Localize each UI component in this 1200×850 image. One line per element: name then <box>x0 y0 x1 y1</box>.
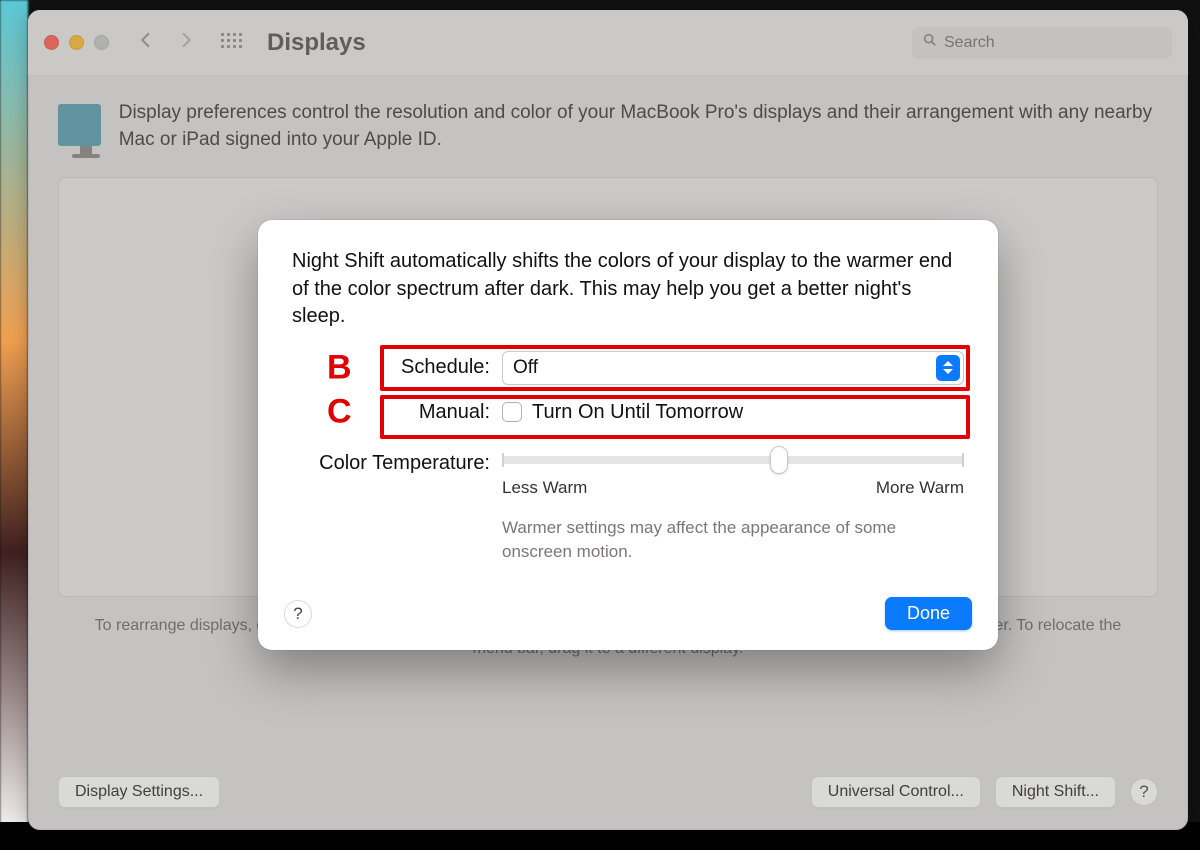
color-temperature-slider[interactable] <box>502 456 964 464</box>
manual-checkbox-label[interactable]: Turn On Until Tomorrow <box>532 401 743 424</box>
less-warm-label: Less Warm <box>502 478 587 498</box>
slider-note: Warmer settings may affect the appearanc… <box>502 516 964 564</box>
bottom-button-bar: Display Settings... Universal Control...… <box>58 776 1158 808</box>
window-controls <box>44 35 109 50</box>
desktop-wallpaper-sliver <box>0 0 28 850</box>
schedule-value: Off <box>513 357 538 379</box>
sheet-bottom-bar: ? Done <box>284 597 972 630</box>
search-icon <box>922 32 944 53</box>
sheet-description: Night Shift automatically shifts the col… <box>292 248 964 331</box>
universal-control-button[interactable]: Universal Control... <box>811 776 981 808</box>
search-field-container[interactable] <box>912 27 1172 59</box>
slider-thumb[interactable] <box>770 446 788 474</box>
schedule-label: Schedule: <box>292 356 502 379</box>
night-shift-button[interactable]: Night Shift... <box>995 776 1116 808</box>
schedule-popup[interactable]: Off <box>502 351 964 385</box>
zoom-window-button[interactable] <box>94 35 109 50</box>
header-description: Display preferences control the resoluti… <box>119 100 1158 153</box>
manual-label: Manual: <box>292 401 502 424</box>
system-preferences-window: Displays Display preferences control the… <box>28 10 1188 830</box>
annotation-c: C <box>327 393 352 432</box>
search-input[interactable] <box>944 34 1162 52</box>
more-warm-label: More Warm <box>876 478 964 498</box>
slider-labels: Less Warm More Warm <box>502 478 964 498</box>
manual-row: C Manual: Turn On Until Tomorrow <box>292 401 964 424</box>
back-button[interactable] <box>137 31 155 54</box>
color-temperature-label: Color Temperature: <box>292 450 502 475</box>
color-temperature-row: Color Temperature: Less Warm More Warm W… <box>292 450 964 564</box>
minimize-window-button[interactable] <box>69 35 84 50</box>
manual-checkbox[interactable] <box>502 402 522 422</box>
window-title: Displays <box>267 29 912 57</box>
toolbar: Displays <box>28 10 1188 76</box>
close-window-button[interactable] <box>44 35 59 50</box>
popup-stepper-icon <box>936 355 960 381</box>
night-shift-sheet: Night Shift automatically shifts the col… <box>258 220 998 650</box>
sheet-help-button[interactable]: ? <box>284 600 312 628</box>
annotation-b: B <box>327 348 352 387</box>
done-button[interactable]: Done <box>885 597 972 630</box>
help-button[interactable]: ? <box>1130 778 1158 806</box>
forward-button[interactable] <box>177 31 195 54</box>
display-settings-button[interactable]: Display Settings... <box>58 776 220 808</box>
display-icon <box>58 104 101 146</box>
nav-arrows <box>137 31 195 54</box>
header-block: Display preferences control the resoluti… <box>28 76 1188 169</box>
show-all-preferences-button[interactable] <box>221 33 241 53</box>
schedule-row: B Schedule: Off <box>292 351 964 385</box>
